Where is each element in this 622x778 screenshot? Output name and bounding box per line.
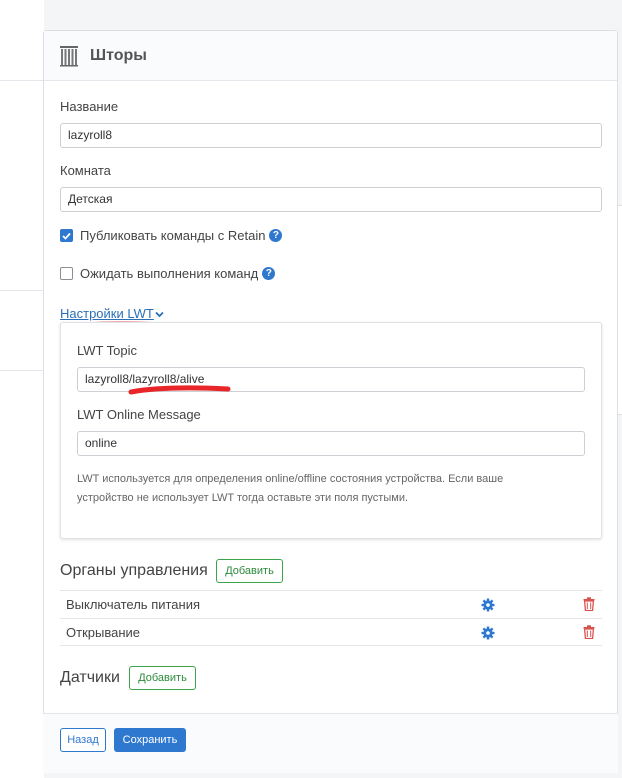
gear-icon[interactable] xyxy=(481,626,495,643)
control-row: Выключатель питания xyxy=(60,590,602,618)
retain-checkbox[interactable] xyxy=(60,229,73,242)
room-input[interactable]: Детская xyxy=(60,187,602,212)
curtains-icon xyxy=(60,45,78,67)
wait-label: Ожидать выполнения команд xyxy=(80,266,259,281)
room-label: Комната xyxy=(60,163,111,178)
controls-title: Органы управления xyxy=(60,562,208,579)
wait-checkbox[interactable] xyxy=(60,267,73,280)
lwt-settings-toggle[interactable]: Настройки LWT xyxy=(60,306,164,321)
help-icon[interactable]: ? xyxy=(269,229,283,242)
add-sensor-button[interactable]: Добавить xyxy=(129,666,196,690)
trash-icon[interactable] xyxy=(583,597,595,614)
trash-icon[interactable] xyxy=(583,625,595,642)
sensors-title: Датчики xyxy=(60,669,120,686)
control-label: Выключатель питания xyxy=(66,597,201,612)
chevron-down-icon xyxy=(154,306,164,321)
lwt-online-label: LWT Online Message xyxy=(77,407,201,422)
control-row: Открывание xyxy=(60,618,602,646)
add-control-button[interactable]: Добавить xyxy=(216,559,283,583)
name-label: Название xyxy=(60,99,119,114)
gear-icon[interactable] xyxy=(481,598,495,615)
save-button[interactable]: Сохранить xyxy=(114,728,186,752)
name-input[interactable]: lazyroll8 xyxy=(60,123,602,148)
card-header: Шторы xyxy=(44,31,617,81)
card-title: Шторы xyxy=(90,46,147,64)
retain-label: Публиковать команды с Retain xyxy=(80,228,266,243)
red-annotation-stroke xyxy=(128,385,231,395)
retain-checkbox-row[interactable]: Публиковать команды с Retain ? xyxy=(60,228,283,243)
lwt-help-text: LWT используется для определения online/… xyxy=(77,473,504,504)
lwt-topic-label: LWT Topic xyxy=(77,343,137,358)
back-button[interactable]: Назад xyxy=(60,728,106,752)
help-icon[interactable]: ? xyxy=(262,267,276,280)
control-label: Открывание xyxy=(66,624,140,640)
lwt-settings-label: Настройки LWT xyxy=(60,306,154,321)
wait-checkbox-row[interactable]: Ожидать выполнения команд ? xyxy=(60,266,276,281)
left-sidebar-background xyxy=(0,0,44,778)
lwt-online-input[interactable]: online xyxy=(77,431,585,456)
